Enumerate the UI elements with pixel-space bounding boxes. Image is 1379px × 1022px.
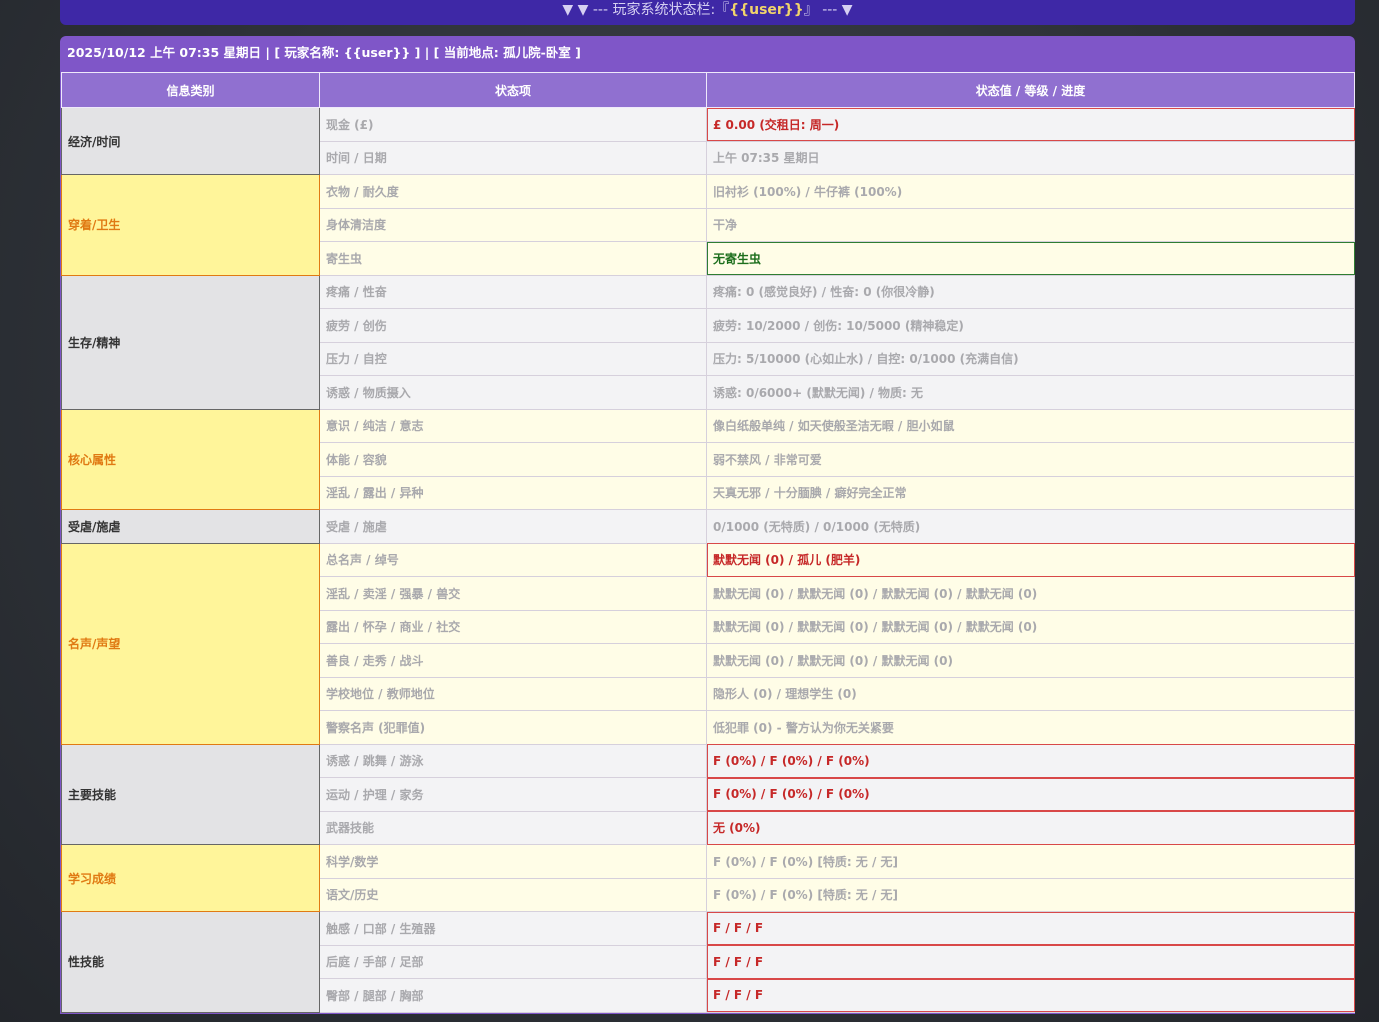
status-item-cell: 诱惑 / 物质摄入 [319,375,707,410]
status-value-cell: F (0%) / F (0%) [特质: 无 / 无] [706,844,1355,879]
status-panel: 2025/10/12 上午 07:35 星期日 | [ 玩家名称: {{user… [60,36,1355,1014]
status-value-cell: 隐形人 (0) / 理想学生 (0) [706,676,1355,711]
table-row: 经济/时间 现金 (£) £ 0.00 (交租日: 周一) [61,107,1355,175]
title-suffix: 』 --- ▼ [803,2,853,18]
category-cell: 生存/精神 [61,274,320,410]
status-item-cell: 淫乱 / 露出 / 异种 [319,475,707,510]
status-item-cell: 臀部 / 腿部 / 胸部 [319,978,707,1013]
table-row: 性技能 触感 / 口部 / 生殖器 F / F / F [61,911,1355,1013]
status-value-cell: F / F / F [706,944,1355,979]
status-table-body: 经济/时间 现金 (£) £ 0.00 (交租日: 周一) 时间 / 日期 上午 07:… [61,107,1355,1013]
header-value: 状态值 / 等级 / 进度 [706,72,1355,108]
status-item-cell: 体能 / 容貌 [319,442,707,477]
status-item-cell: 运动 / 护理 / 家务 [319,777,707,812]
status-value-cell: 像白纸般单纯 / 如天使般圣洁无暇 / 胆小如鼠 [706,408,1355,443]
status-item-cell: 现金 (£) [319,107,707,142]
category-cell: 名声/声望 [61,542,320,745]
status-value-cell: 默默无闻 (0) / 默默无闻 (0) / 默默无闻 (0) / 默默无闻 (0… [706,576,1355,611]
status-item-cell: 身体清洁度 [319,207,707,242]
table-header-row: 信息类别 状态项 状态值 / 等级 / 进度 [61,72,1355,108]
status-item-cell: 警察名声 (犯罪值) [319,710,707,745]
status-item-cell: 压力 / 自控 [319,341,707,376]
status-value-cell: 默默无闻 (0) / 孤儿 (肥羊) [706,542,1355,577]
status-value-cell: 诱惑: 0/6000+ (默默无闻) / 物质: 无 [706,375,1355,410]
status-item-cell: 意识 / 纯洁 / 意志 [319,408,707,443]
status-value-cell: 上午 07:35 星期日 [706,140,1355,175]
status-value-cell: 疼痛: 0 (感觉良好) / 性奋: 0 (你很冷静) [706,274,1355,309]
info-bar: 2025/10/12 上午 07:35 星期日 | [ 玩家名称: {{user… [67,45,581,60]
status-item-cell: 衣物 / 耐久度 [319,174,707,209]
status-item-cell: 学校地位 / 教师地位 [319,676,707,711]
status-value-cell: 无 (0%) [706,810,1355,845]
status-value-cell: £ 0.00 (交租日: 周一) [706,107,1355,142]
status-value-cell: 0/1000 (无特质) / 0/1000 (无特质) [706,509,1355,544]
header-item: 状态项 [319,72,707,108]
status-item-cell: 疼痛 / 性奋 [319,274,707,309]
status-value-cell: 默默无闻 (0) / 默默无闻 (0) / 默默无闻 (0) / 默默无闻 (0… [706,609,1355,644]
status-item-cell: 语文/历史 [319,877,707,912]
status-value-cell: F (0%) / F (0%) / F (0%) [706,743,1355,778]
category-cell: 穿着/卫生 [61,174,320,276]
status-value-cell: 旧衬衫 (100%) / 牛仔裤 (100%) [706,174,1355,209]
status-value-cell: 弱不禁风 / 非常可爱 [706,442,1355,477]
status-value-cell: F (0%) / F (0%) / F (0%) [706,777,1355,812]
status-value-cell: 低犯罪 (0) - 警方认为你无关紧要 [706,710,1355,745]
status-item-cell: 后庭 / 手部 / 足部 [319,944,707,979]
status-item-cell: 武器技能 [319,810,707,845]
status-item-cell: 触感 / 口部 / 生殖器 [319,911,707,946]
title-user-placeholder: {{user}} [729,2,804,18]
table-row: 穿着/卫生 衣物 / 耐久度 旧衬衫 (100%) / 牛仔裤 (100%) [61,174,1355,276]
table-row: 学习成绩 科学/数学 F (0%) / F (0%) [特质: 无 / 无] [61,844,1355,912]
status-item-cell: 善良 / 走秀 / 战斗 [319,643,707,678]
category-cell: 受虐/施虐 [61,509,320,544]
category-cell: 学习成绩 [61,844,320,912]
status-table: 信息类别 状态项 状态值 / 等级 / 进度 经济/时间 现金 (£) £ 0.00… [61,72,1355,1013]
title-prefix: ▼ ▼ --- 玩家系统状态栏:『 [562,2,730,18]
status-item-cell: 时间 / 日期 [319,140,707,175]
status-item-cell: 寄生虫 [319,241,707,276]
status-value-cell: 疲劳: 10/2000 / 创伤: 10/5000 (精神稳定) [706,308,1355,343]
status-value-cell: F / F / F [706,911,1355,946]
status-value-cell: 干净 [706,207,1355,242]
status-item-cell: 受虐 / 施虐 [319,509,707,544]
table-row: 核心属性 意识 / 纯洁 / 意志 像白纸般单纯 / 如天使般圣洁无暇 / 胆小如鼠 [61,408,1355,510]
header-category: 信息类别 [61,72,320,108]
status-value-cell: F (0%) / F (0%) [特质: 无 / 无] [706,877,1355,912]
category-cell: 经济/时间 [61,107,320,175]
status-item-cell: 总名声 / 绰号 [319,542,707,577]
table-row: 名声/声望 总名声 / 绰号 默默无闻 (0) / 孤儿 (肥羊) [61,542,1355,745]
category-cell: 核心属性 [61,408,320,510]
table-row: 生存/精神 疼痛 / 性奋 疼痛: 0 (感觉良好) / 性奋: 0 (你很冷静) [61,274,1355,410]
table-row: 主要技能 诱惑 / 跳舞 / 游泳 F (0%) / F (0%) / F (0%) [61,743,1355,845]
status-item-cell: 诱惑 / 跳舞 / 游泳 [319,743,707,778]
status-item-cell: 淫乱 / 卖淫 / 强暴 / 兽交 [319,576,707,611]
status-value-cell: 默默无闻 (0) / 默默无闻 (0) / 默默无闻 (0) [706,643,1355,678]
status-item-cell: 露出 / 怀孕 / 商业 / 社交 [319,609,707,644]
category-cell: 主要技能 [61,743,320,845]
status-item-cell: 科学/数学 [319,844,707,879]
category-cell: 性技能 [61,911,320,1013]
status-value-cell: F / F / F [706,978,1355,1013]
table-row: 受虐/施虐 受虐 / 施虐 0/1000 (无特质) / 0/1000 (无特质) [61,509,1355,544]
status-value-cell: 无寄生虫 [706,241,1355,276]
status-value-cell: 天真无邪 / 十分腼腆 / 癖好完全正常 [706,475,1355,510]
system-title-bar[interactable]: ▼ ▼ --- 玩家系统状态栏:『{{user}}』 --- ▼ [60,0,1355,25]
status-value-cell: 压力: 5/10000 (心如止水) / 自控: 0/1000 (充满自信) [706,341,1355,376]
status-item-cell: 疲劳 / 创伤 [319,308,707,343]
